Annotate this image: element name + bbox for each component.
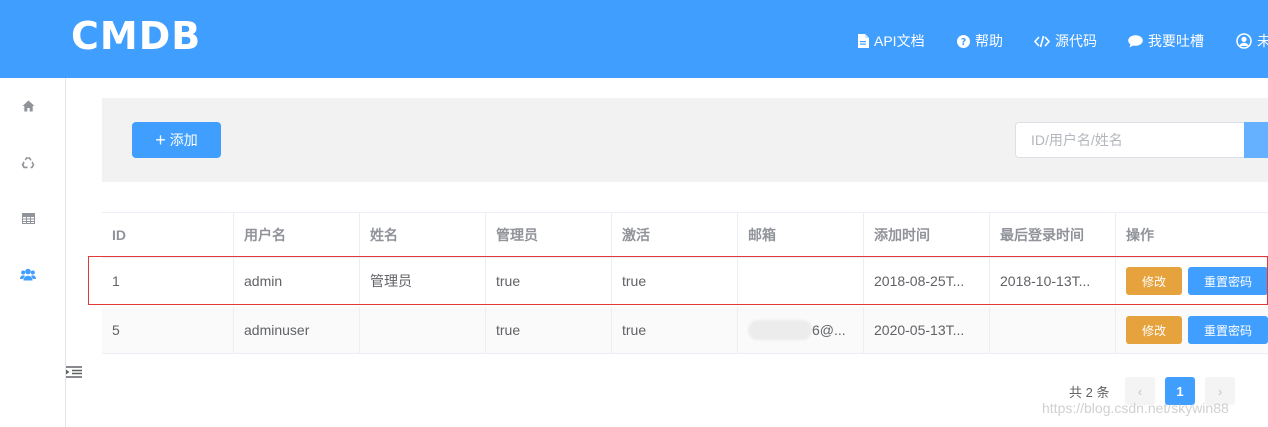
code-icon — [1034, 35, 1050, 47]
cell-email-text: 6@... — [812, 322, 846, 338]
app-logo[interactable]: CMDB — [71, 14, 201, 58]
table-header-row: ID 用户名 姓名 管理员 激活 邮箱 添加时间 最后登录时间 操作 — [102, 212, 1268, 258]
sidebar-item-home[interactable] — [20, 98, 36, 114]
nav-user-label: 未 — [1257, 33, 1268, 49]
cell-active: true — [611, 307, 737, 353]
column-header-id[interactable]: ID — [102, 213, 233, 257]
home-icon — [22, 100, 34, 112]
cell-added: 2020-05-13T... — [863, 307, 989, 353]
search-input[interactable] — [1015, 122, 1245, 158]
nav-help[interactable]: ? 帮助 — [957, 31, 1003, 51]
column-header-actions: 操作 — [1115, 213, 1268, 257]
nav-feedback[interactable]: 我要吐槽 — [1128, 31, 1204, 51]
add-button[interactable]: + 添加 — [132, 122, 221, 158]
question-circle-icon: ? — [957, 34, 970, 48]
cell-id: 1 — [112, 273, 120, 289]
table-row[interactable]: 5 adminuser true true 6@... 2020-05-13T.… — [102, 307, 1268, 354]
nav-user[interactable]: 未 — [1236, 31, 1268, 51]
cell-actions: 修改 重置密码 — [1115, 307, 1268, 353]
sidebar-item-users[interactable] — [20, 266, 36, 282]
redacted-blur — [748, 320, 812, 340]
outdent-icon — [66, 366, 82, 378]
recycle-icon — [21, 156, 35, 168]
column-header-admin[interactable]: 管理员 — [485, 213, 611, 257]
cell-username: adminuser — [233, 307, 359, 353]
sidebar-item-recycle[interactable] — [20, 154, 36, 170]
cell-email: 6@... — [737, 307, 863, 353]
nav-source-code[interactable]: 源代码 — [1034, 31, 1097, 51]
nav-help-label: 帮助 — [975, 33, 1003, 49]
cell-active: true — [611, 258, 737, 304]
table-row[interactable]: 1 admin 管理员 true true 2018-08-25T... 201… — [102, 258, 1268, 305]
sidebar-collapse-button[interactable] — [66, 365, 82, 383]
reset-password-button[interactable]: 重置密码 — [1188, 316, 1268, 344]
column-header-email[interactable]: 邮箱 — [737, 213, 863, 257]
column-header-last-login[interactable]: 最后登录时间 — [989, 213, 1115, 257]
column-header-username[interactable]: 用户名 — [233, 213, 359, 257]
comment-icon — [1128, 34, 1143, 47]
column-header-name[interactable]: 姓名 — [359, 213, 485, 257]
user-circle-icon — [1236, 33, 1252, 49]
table-icon — [21, 212, 35, 224]
cell-admin: true — [485, 307, 611, 353]
add-button-label: 添加 — [169, 132, 198, 148]
nav-api-docs[interactable]: API文档 — [857, 31, 925, 51]
sidebar-item-table[interactable] — [20, 210, 36, 226]
nav-api-docs-label: API文档 — [874, 33, 925, 49]
document-icon — [858, 34, 869, 48]
cell-last-login — [989, 307, 1115, 353]
cell-added: 2018-08-25T... — [863, 258, 989, 304]
cell-username: admin — [233, 258, 359, 304]
column-header-added[interactable]: 添加时间 — [863, 213, 989, 257]
nav-source-code-label: 源代码 — [1055, 33, 1097, 49]
pagination-total: 共 2 条 — [1069, 385, 1110, 400]
edit-button[interactable]: 修改 — [1126, 267, 1182, 295]
sidebar — [0, 78, 66, 427]
column-header-active[interactable]: 激活 — [611, 213, 737, 257]
cell-email — [737, 258, 863, 304]
edit-button[interactable]: 修改 — [1126, 316, 1182, 344]
cell-admin: true — [485, 258, 611, 304]
svg-text:?: ? — [961, 37, 966, 48]
cell-actions: 修改 重置密码 — [1115, 258, 1268, 304]
cell-id: 5 — [112, 322, 120, 338]
users-icon — [20, 268, 36, 280]
nav-feedback-label: 我要吐槽 — [1148, 33, 1204, 49]
toolbar-panel: + 添加 — [102, 98, 1268, 182]
cell-last-login: 2018-10-13T... — [989, 258, 1115, 304]
top-header: CMDB API文档 ? 帮助 源代码 我要吐槽 未 — [0, 0, 1268, 78]
search-button[interactable] — [1244, 122, 1268, 158]
cell-name: 管理员 — [359, 258, 485, 304]
reset-password-button[interactable]: 重置密码 — [1188, 267, 1268, 295]
watermark: https://blog.csdn.net/skywin88 — [1042, 400, 1229, 416]
plus-icon: + — [155, 130, 166, 150]
cell-name — [359, 307, 485, 353]
